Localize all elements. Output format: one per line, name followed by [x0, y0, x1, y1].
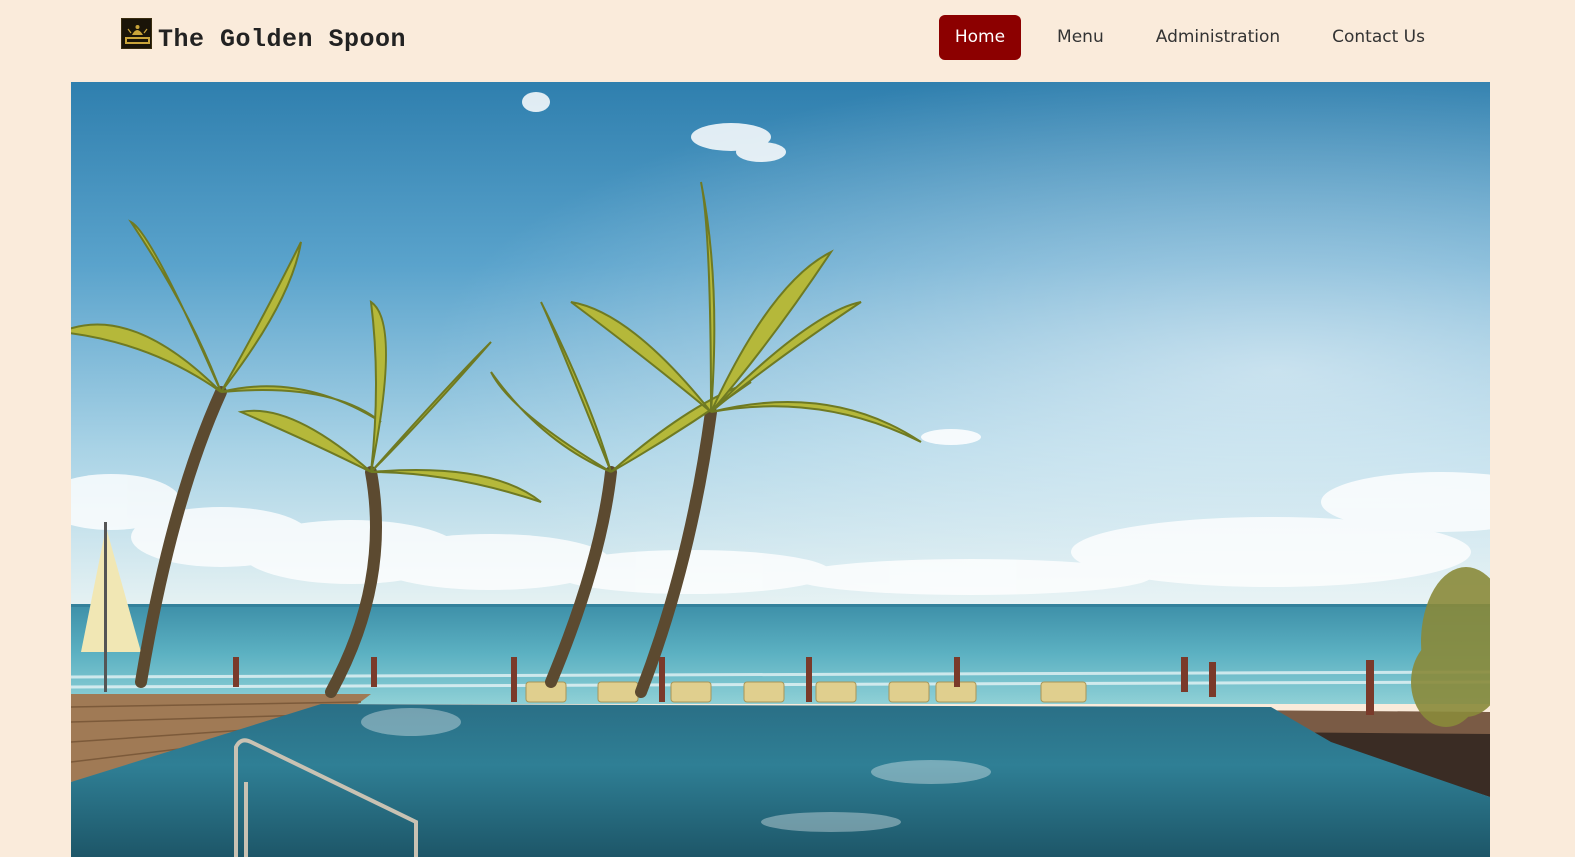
main-nav: Home Menu Administration Contact Us	[919, 15, 1441, 60]
brand-link[interactable]: The Golden Spoon	[121, 18, 406, 54]
nav-home[interactable]: Home	[938, 15, 1022, 60]
hero-image	[71, 82, 1490, 857]
navbar: The Golden Spoon Home Menu Administratio…	[0, 0, 1575, 82]
nav-contact-us[interactable]: Contact Us	[1316, 15, 1441, 60]
nav-administration[interactable]: Administration	[1140, 15, 1296, 60]
brand-name: The Golden Spoon	[158, 25, 407, 54]
golden-spoon-logo-icon	[121, 18, 152, 49]
nav-menu[interactable]: Menu	[1041, 15, 1120, 60]
